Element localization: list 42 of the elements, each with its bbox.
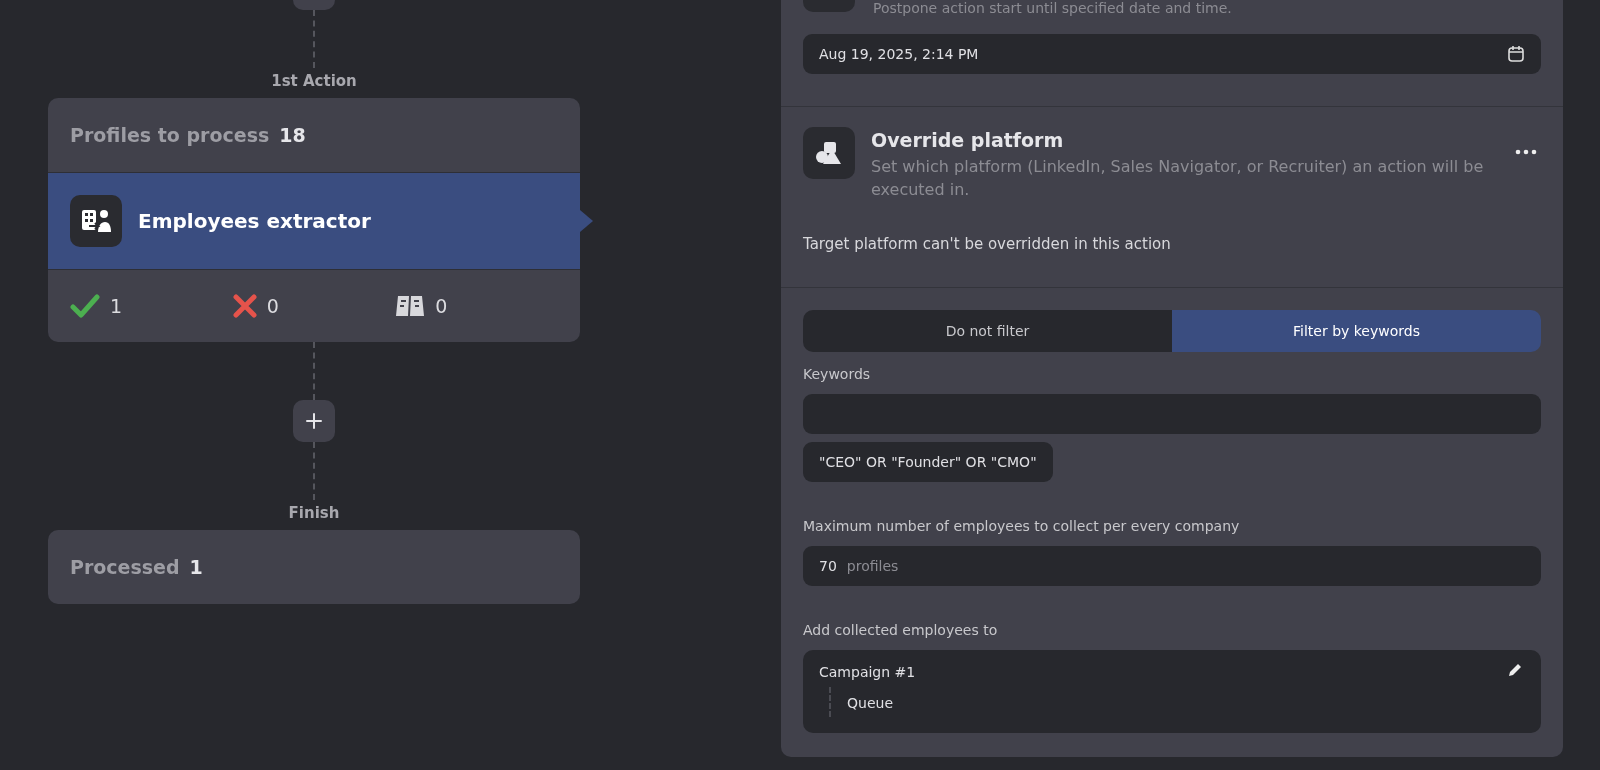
stat-count: 0 <box>435 295 448 317</box>
more-icon <box>1515 149 1537 155</box>
action-title: Employees extractor <box>138 209 371 233</box>
stage-label: Finish <box>288 504 340 522</box>
keyword-chip[interactable]: "CEO" OR "Founder" OR "CMO" <box>803 442 1053 482</box>
field-label: Maximum number of employees to collect per every company <box>803 518 1241 534</box>
card-count: 18 <box>279 124 306 146</box>
date-value: Aug 19, 2025, 2:14 PM <box>819 46 979 62</box>
cross-icon <box>232 294 257 318</box>
check-icon <box>70 294 100 318</box>
filter-tab[interactable]: Filter by keywords <box>1172 310 1541 352</box>
date-field[interactable]: Aug 19, 2025, 2:14 PM <box>803 34 1541 74</box>
postpone-description: Postpone action start until specified date and time. <box>873 0 1232 16</box>
list-name: Queue <box>847 695 893 711</box>
document-icon <box>395 293 426 319</box>
stage-label: 1st Action <box>271 72 357 90</box>
field-label: Add collected employees to <box>803 622 999 638</box>
card-count: 1 <box>189 556 203 578</box>
override-note: Target platform can't be overridden in this action <box>803 235 1172 253</box>
card-label: Processed <box>70 556 180 578</box>
calendar-icon <box>1507 45 1525 63</box>
filter-tab[interactable]: Do not filter <box>803 310 1172 352</box>
building-person-icon <box>70 195 122 247</box>
keywords-field[interactable] <box>803 394 1541 434</box>
pencil-icon <box>1507 662 1523 678</box>
max-employees-field[interactable]: 70 profiles <box>803 546 1541 586</box>
section-title: Override platform <box>871 129 1065 151</box>
finish-card[interactable]: Processed 1 <box>48 530 580 604</box>
field-label: Keywords <box>803 366 872 382</box>
field-value: 70 <box>819 558 837 574</box>
settings-icon-tile <box>803 0 855 12</box>
flow-node-stub <box>293 0 335 10</box>
add-step-button[interactable] <box>293 400 335 442</box>
shapes-icon <box>803 127 855 179</box>
stat-count: 1 <box>110 295 123 317</box>
card-label: Profiles to process <box>70 124 270 146</box>
unit-label: profiles <box>846 558 899 574</box>
section-description: Set which platform (LinkedIn, Sales Navigator, or Recruiter) an action will be executed in. <box>871 156 1485 201</box>
stat-count: 0 <box>266 295 279 317</box>
plus-icon <box>305 412 323 430</box>
selection-pointer <box>580 210 593 232</box>
campaign-name: Campaign #1 <box>819 663 916 680</box>
